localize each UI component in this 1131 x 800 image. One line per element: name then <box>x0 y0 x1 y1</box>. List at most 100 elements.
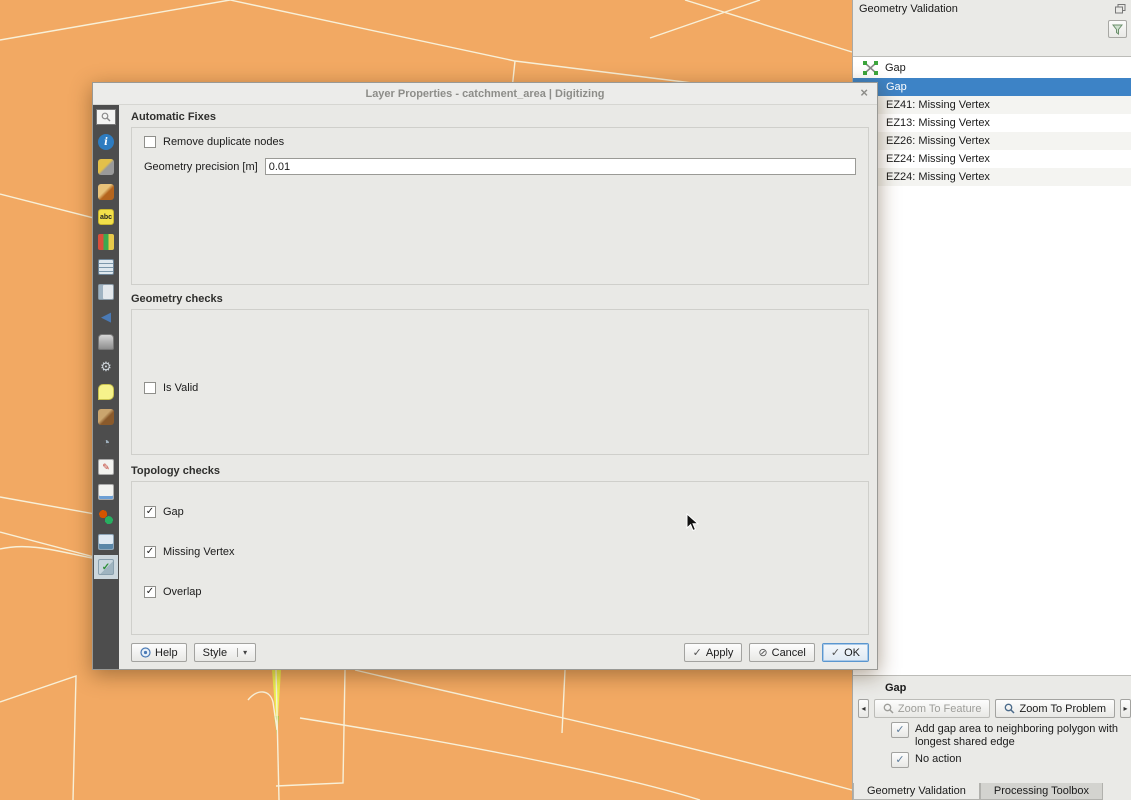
information-tab-icon[interactable]: i <box>98 134 114 150</box>
zoom-to-problem-label: Zoom To Problem <box>1019 703 1106 715</box>
filter-results-button[interactable] <box>1108 20 1127 38</box>
float-panel-icon[interactable] <box>1115 4 1126 14</box>
topology-check-label: Gap <box>163 506 184 518</box>
validation-result-row[interactable]: EZ41: Missing Vertex <box>853 96 1131 114</box>
fix-option-label: Add gap area to neighboring polygon with… <box>915 722 1120 748</box>
zoom-to-problem-button[interactable]: Zoom To Problem <box>995 699 1115 718</box>
digitizing-tab-icon[interactable]: ✓ <box>98 559 114 575</box>
validation-result-row[interactable]: EZ13: Missing Vertex <box>853 114 1131 132</box>
tab-geometry-validation[interactable]: Geometry Validation <box>853 783 980 800</box>
sidebar-selected-tab[interactable]: ✓ <box>94 555 118 579</box>
tab-processing-toolbox[interactable]: Processing Toolbox <box>980 783 1103 800</box>
metadata-tab-icon[interactable] <box>98 484 114 500</box>
geometry-checks-box: Is Valid <box>131 309 869 455</box>
checkbox-box: ✓ <box>144 586 156 598</box>
geometry-validation-panel: Geometry Validation Gap GapEZ41: Missing… <box>852 0 1131 800</box>
style-label: Style <box>203 647 227 659</box>
dialog-title: Layer Properties - catchment_area | Digi… <box>365 88 604 100</box>
dialog-footer: Help Style ▾ ✓ Apply ⊘ Cancel ✓ OK <box>131 643 869 669</box>
validation-group-row[interactable]: Gap <box>853 57 1131 78</box>
fix-option-row: ✓ No action <box>891 752 1131 768</box>
geometry-precision-input[interactable] <box>265 158 856 175</box>
dock-tab-bar: Geometry Validation Processing Toolbox <box>853 783 1131 800</box>
filter-funnel-icon <box>1112 24 1123 35</box>
magnifier-icon <box>1004 703 1015 714</box>
validation-result-row[interactable]: EZ24: Missing Vertex <box>853 168 1131 186</box>
apply-fix-button[interactable]: ✓ <box>891 722 909 738</box>
dependencies-tab-icon[interactable] <box>98 509 114 525</box>
topology-check-gap[interactable]: ✓ Gap <box>144 506 856 518</box>
fix-options: ✓ Add gap area to neighboring polygon wit… <box>853 722 1131 768</box>
help-label: Help <box>155 647 178 659</box>
joins-tab-icon[interactable]: ◀ <box>98 309 114 325</box>
cancel-label: Cancel <box>772 647 806 659</box>
validation-result-rows: GapEZ41: Missing VertexEZ13: Missing Ver… <box>853 78 1131 186</box>
topology-check-overlap[interactable]: ✓ Overlap <box>144 586 856 598</box>
chevron-down-icon[interactable]: ▾ <box>237 648 247 657</box>
is-valid-label: Is Valid <box>163 382 198 394</box>
digitizing-page: Automatic Fixes Remove duplicate nodes G… <box>119 105 877 669</box>
dialog-title-bar[interactable]: Layer Properties - catchment_area | Digi… <box>93 83 877 105</box>
style-button[interactable]: Style ▾ <box>194 643 256 662</box>
automatic-fixes-box: Remove duplicate nodes Geometry precisio… <box>131 127 869 285</box>
validation-result-list[interactable]: Gap GapEZ41: Missing VertexEZ13: Missing… <box>853 56 1131 676</box>
fields-tab-icon[interactable] <box>98 259 114 275</box>
sidebar-search-box[interactable] <box>96 109 116 125</box>
automatic-fixes-header: Automatic Fixes <box>131 111 869 125</box>
topology-check-label: Missing Vertex <box>163 546 235 558</box>
gap-check-icon <box>863 61 878 75</box>
check-icon: ✓ <box>831 646 840 659</box>
close-icon[interactable]: × <box>860 86 868 99</box>
zoom-to-feature-label: Zoom To Feature <box>898 703 982 715</box>
help-icon <box>140 647 151 658</box>
geometry-checks-header: Geometry checks <box>131 293 869 307</box>
symbology-tab-icon[interactable] <box>98 184 114 200</box>
magnifier-icon <box>883 703 894 714</box>
checkbox-box <box>144 382 156 394</box>
apply-fix-button[interactable]: ✓ <box>891 752 909 768</box>
help-button[interactable]: Help <box>131 643 187 662</box>
geometry-precision-label: Geometry precision [m] <box>144 161 258 173</box>
source-tab-icon[interactable] <box>98 159 114 175</box>
diagrams-tab-icon[interactable] <box>98 234 114 250</box>
zoom-to-feature-button[interactable]: Zoom To Feature <box>874 699 991 718</box>
checkbox-box: ✓ <box>144 546 156 558</box>
validation-detail-section: Gap ◂ Zoom To Feature Zoom To Problem ▸ … <box>853 676 1131 784</box>
validation-result-row[interactable]: EZ24: Missing Vertex <box>853 150 1131 168</box>
validation-group-label: Gap <box>885 62 906 74</box>
rendering-tab-icon[interactable] <box>98 409 114 425</box>
topology-check-label: Overlap <box>163 586 202 598</box>
detail-title: Gap <box>885 682 1131 694</box>
auxiliary-storage-tab-icon[interactable] <box>98 334 114 350</box>
topology-check-missing-vertex[interactable]: ✓ Missing Vertex <box>144 546 856 558</box>
variables-tab-icon[interactable]: ✎ <box>98 459 114 475</box>
actions-tab-icon[interactable]: ⚙ <box>98 359 114 375</box>
cancel-button[interactable]: ⊘ Cancel <box>749 643 814 662</box>
apply-button[interactable]: ✓ Apply <box>684 643 743 662</box>
ok-label: OK <box>844 647 860 659</box>
cancel-icon: ⊘ <box>758 646 767 659</box>
attributes-form-tab-icon[interactable] <box>98 284 114 300</box>
is-valid-checkbox[interactable]: Is Valid <box>144 382 198 394</box>
check-icon: ✓ <box>693 646 702 659</box>
layer-properties-dialog: Layer Properties - catchment_area | Digi… <box>92 82 878 670</box>
panel-title: Geometry Validation <box>859 3 958 15</box>
ok-button[interactable]: ✓ OK <box>822 643 869 662</box>
remove-duplicate-nodes-checkbox[interactable]: Remove duplicate nodes <box>144 136 284 148</box>
checkbox-box <box>144 136 156 148</box>
legend-tab-icon[interactable] <box>98 534 114 550</box>
display-tab-icon[interactable] <box>98 384 114 400</box>
labels-tab-icon[interactable]: abc <box>98 209 114 225</box>
search-icon <box>101 112 111 122</box>
temporal-tab-icon[interactable]: ◔ <box>98 434 114 450</box>
fix-option-label: No action <box>915 752 961 766</box>
checkbox-box: ✓ <box>144 506 156 518</box>
validation-result-row[interactable]: Gap <box>853 78 1131 96</box>
fix-option-row: ✓ Add gap area to neighboring polygon wit… <box>891 722 1131 748</box>
validation-result-row[interactable]: EZ26: Missing Vertex <box>853 132 1131 150</box>
topology-checks-header: Topology checks <box>131 465 869 479</box>
prev-error-button[interactable]: ◂ <box>858 699 869 718</box>
apply-label: Apply <box>706 647 734 659</box>
properties-sidebar: i abc ◀ ⚙ ◔ ✎ ✓ <box>93 105 119 669</box>
next-error-button[interactable]: ▸ <box>1120 699 1131 718</box>
